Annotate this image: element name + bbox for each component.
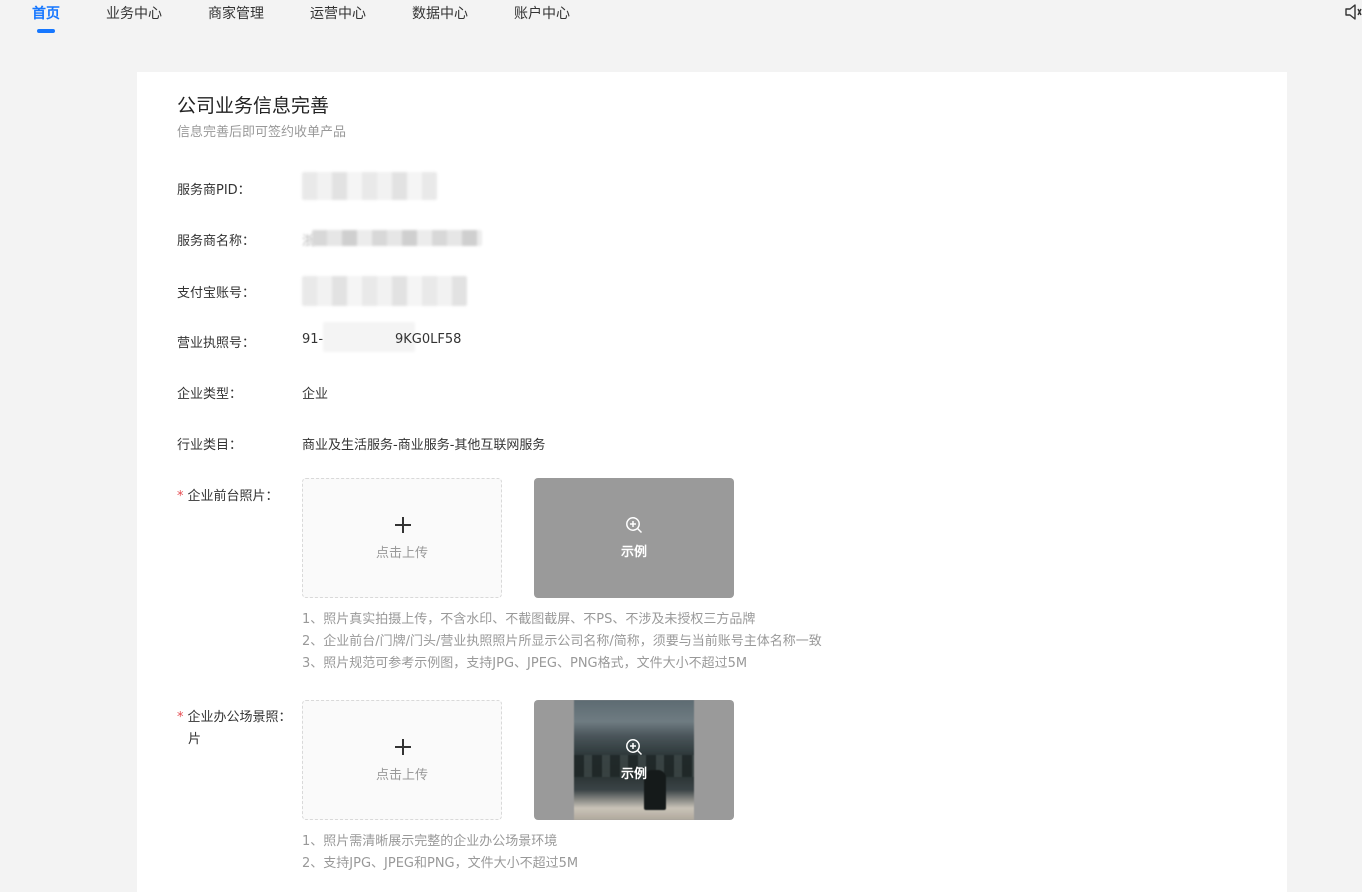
required-mark: *: [177, 489, 184, 504]
office-photo-hint-2: 2、支持JPG、JPEG和PNG，文件大小不超过5M: [302, 856, 579, 871]
office-photo-label: * 企业办公场景照： 片: [177, 707, 292, 751]
nav-home[interactable]: 首页: [32, 3, 60, 23]
license-suffix: 9KG0LF58: [395, 332, 462, 347]
nav-active-indicator: [37, 29, 55, 33]
category-value: 商业及生活服务-商业服务-其他互联网服务: [302, 438, 546, 453]
front-photo-example[interactable]: 示例: [534, 478, 734, 598]
zoom-in-icon: [626, 517, 643, 534]
alipay-account-label: 支付宝账号：: [177, 286, 256, 301]
page-title: 公司业务信息完善: [177, 95, 330, 117]
upload-text: 点击上传: [375, 546, 428, 561]
front-photo-label-text: 企业前台照片：: [187, 489, 279, 504]
nav-account-center[interactable]: 账户中心: [514, 3, 570, 23]
company-type-value: 企业: [302, 387, 329, 402]
office-photo-label-colon: ：: [278, 710, 292, 725]
top-navigation: 首页 业务中心 商家管理 运营中心 数据中心 账户中心: [0, 0, 1362, 40]
license-prefix: 91-: [302, 332, 324, 347]
office-photo-hint-1: 1、照片需清晰展示完整的企业办公场景环境: [302, 834, 558, 849]
form-card: 公司业务信息完善 信息完善后即可签约收单产品 服务商PID： 服务商名称： 浙 …: [137, 72, 1287, 892]
plus-icon: [395, 517, 411, 533]
plus-icon: [395, 739, 411, 755]
nav-merchant-management[interactable]: 商家管理: [208, 3, 264, 23]
nav-operations-center[interactable]: 运营中心: [310, 3, 366, 23]
front-photo-hint-3: 3、照片规范可参考示例图，支持JPG、JPEG、PNG格式，文件大小不超过5M: [302, 656, 748, 671]
nav-business-center[interactable]: 业务中心: [106, 3, 162, 23]
alipay-account-redacted: [302, 276, 467, 306]
example-label: 示例: [620, 767, 647, 782]
office-photo-upload[interactable]: 点击上传: [302, 700, 502, 820]
front-photo-label: * 企业前台照片：: [177, 485, 279, 504]
speaker-icon[interactable]: [1344, 3, 1362, 21]
office-photo-label-line1: 企业办公场景照: [187, 710, 279, 725]
example-label: 示例: [620, 545, 647, 560]
pid-label: 服务商PID：: [177, 183, 251, 198]
front-photo-hint-1: 1、照片真实拍摄上传，不含水印、不截图截屏、不PS、不涉及未授权三方品牌: [302, 612, 756, 627]
office-example-image: [574, 700, 694, 820]
office-photo-label-line2: 片: [188, 732, 202, 747]
zoom-in-icon: [626, 739, 643, 756]
upload-text: 点击上传: [375, 768, 428, 783]
company-type-label: 企业类型：: [177, 387, 243, 402]
license-label: 营业执照号：: [177, 336, 256, 351]
provider-name-redacted: [312, 230, 482, 246]
nav-data-center[interactable]: 数据中心: [412, 3, 468, 23]
pid-value-redacted: [302, 172, 437, 200]
office-photo-example[interactable]: 示例: [534, 700, 734, 820]
provider-name-label: 服务商名称：: [177, 234, 256, 249]
category-label: 行业类目：: [177, 438, 243, 453]
front-photo-upload[interactable]: 点击上传: [302, 478, 502, 598]
required-mark: *: [177, 710, 184, 725]
page-subtitle: 信息完善后即可签约收单产品: [177, 125, 347, 140]
front-photo-hint-2: 2、企业前台/门牌/门头/营业执照照片所显示公司名称/简称，须要与当前账号主体名…: [302, 634, 822, 649]
